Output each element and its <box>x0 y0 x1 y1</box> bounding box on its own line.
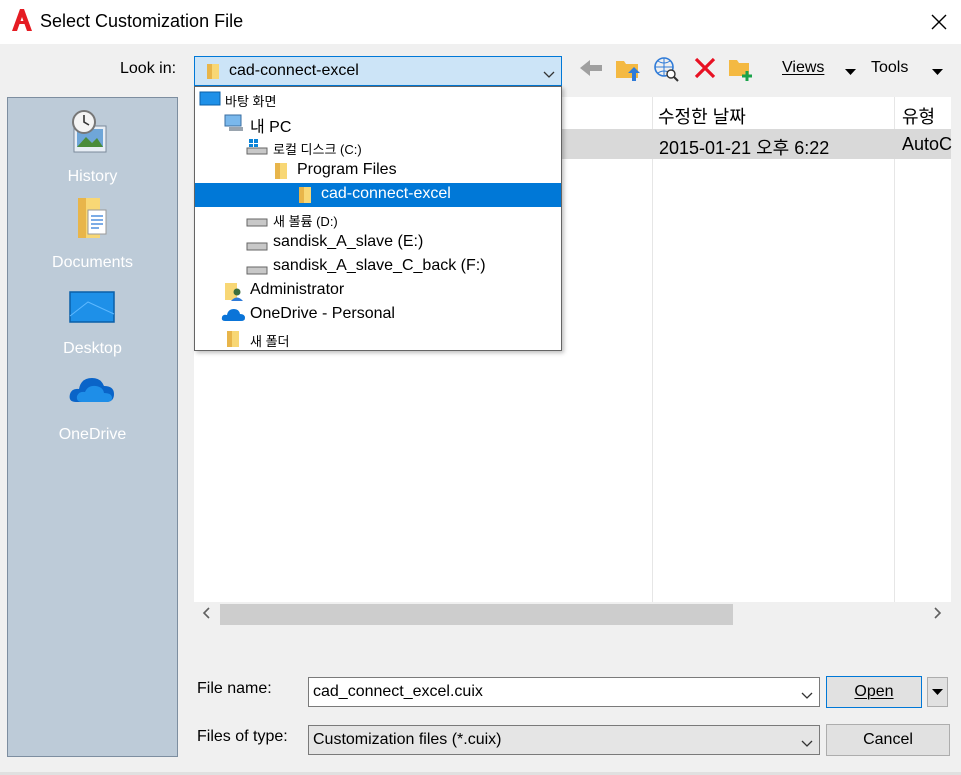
scroll-left-icon[interactable] <box>202 606 210 624</box>
lookin-value: cad-connect-excel <box>229 62 359 79</box>
dropdown-item-label: 새 볼륨 (D:) <box>273 214 338 229</box>
open-options-button[interactable] <box>927 677 948 707</box>
column-header-type[interactable]: 유형 <box>896 97 935 129</box>
lookin-dropdown-list[interactable]: 바탕 화면 내 PC 로컬 디스크 (C:) Program Files cad… <box>194 86 562 351</box>
open-button[interactable]: Open <box>826 676 922 708</box>
new-folder-button[interactable] <box>727 55 755 83</box>
up-folder-button[interactable] <box>614 55 642 83</box>
documents-icon <box>68 194 116 242</box>
onedrive-cloud-icon <box>68 366 116 414</box>
caret-down-icon <box>932 689 943 695</box>
dropdown-item-label: cad-connect-excel <box>321 185 451 202</box>
desktop-icon <box>199 90 221 111</box>
tools-label: Tools <box>871 59 909 76</box>
filetype-select[interactable]: Customization files (*.cuix) <box>308 725 820 755</box>
folder-up-icon <box>616 61 640 81</box>
scroll-right-icon[interactable] <box>934 606 942 624</box>
open-label: Open <box>854 683 894 700</box>
drive-windows-icon <box>245 138 269 161</box>
dropdown-item-drive-d[interactable]: 새 볼륨 (D:) <box>195 207 561 231</box>
place-history[interactable]: History <box>8 102 177 186</box>
place-label: OneDrive <box>58 426 127 443</box>
dropdown-item-label: Administrator <box>250 281 345 298</box>
dropdown-item-drive-f[interactable]: sandisk_A_slave_C_back (F:) <box>195 255 561 279</box>
dropdown-item-label: 새 폴더 <box>250 334 290 349</box>
dialog-title: Select Customization File <box>40 11 244 31</box>
back-arrow-icon <box>580 60 602 76</box>
folder-icon <box>273 162 289 185</box>
autocad-logo-icon <box>11 8 33 32</box>
filename-value: cad_connect_excel.cuix <box>313 683 483 700</box>
globe-search-icon <box>654 57 679 82</box>
dropdown-item-label: 로컬 디스크 (C:) <box>273 142 362 157</box>
dropdown-item-onedrive[interactable]: OneDrive - Personal <box>195 303 561 327</box>
close-button[interactable] <box>920 4 958 40</box>
views-label: Views <box>782 59 825 76</box>
filetype-value: Customization files (*.cuix) <box>313 731 502 748</box>
row-type: AutoC <box>902 134 953 154</box>
dropdown-item-label: 내 PC <box>250 119 292 136</box>
dropdown-item-new-folder[interactable]: 새 폴더 <box>195 327 561 351</box>
caret-down-icon <box>845 69 856 75</box>
views-dropdown-arrow[interactable] <box>845 63 856 81</box>
column-divider <box>652 97 653 602</box>
cloud-icon <box>221 306 245 327</box>
lookin-combo[interactable]: cad-connect-excel <box>194 56 562 86</box>
dropdown-item-cad-connect-excel[interactable]: cad-connect-excel <box>195 183 561 207</box>
drive-icon <box>245 258 269 281</box>
folder-icon <box>205 62 221 85</box>
dropdown-item-drive-c[interactable]: 로컬 디스크 (C:) <box>195 135 561 159</box>
drive-icon <box>245 210 269 233</box>
filename-label: File name: <box>197 680 272 697</box>
horizontal-scrollbar[interactable] <box>194 602 951 627</box>
delete-x-icon <box>694 57 716 79</box>
folder-icon <box>297 186 313 209</box>
pc-icon <box>223 114 245 137</box>
dropdown-item-label: sandisk_A_slave (E:) <box>273 233 424 250</box>
views-menu[interactable]: Views <box>782 59 824 77</box>
place-label: Documents <box>52 254 133 271</box>
dropdown-item-label: Program Files <box>297 161 397 178</box>
column-header-modified[interactable]: 수정한 날짜 <box>652 97 746 129</box>
place-onedrive[interactable]: OneDrive <box>8 360 177 444</box>
filename-field[interactable]: cad_connect_excel.cuix <box>308 677 820 707</box>
place-documents[interactable]: Documents <box>8 188 177 272</box>
title-bar: Select Customization File <box>0 0 961 44</box>
desktop-icon <box>68 280 116 328</box>
dropdown-item-desktop[interactable]: 바탕 화면 <box>195 87 561 111</box>
drive-icon <box>245 234 269 257</box>
chevron-down-icon <box>543 66 555 84</box>
dropdown-item-label: 바탕 화면 <box>225 94 277 109</box>
dropdown-item-administrator[interactable]: Administrator <box>195 279 561 303</box>
tools-menu[interactable]: Tools <box>871 59 908 77</box>
caret-down-icon <box>932 69 943 75</box>
places-bar: History Documents Desktop OneDrive <box>7 97 178 757</box>
place-desktop[interactable]: Desktop <box>8 274 177 358</box>
new-folder-icon <box>729 60 752 81</box>
dropdown-item-drive-e[interactable]: sandisk_A_slave (E:) <box>195 231 561 255</box>
dropdown-item-label: sandisk_A_slave_C_back (F:) <box>273 257 486 274</box>
search-web-button[interactable] <box>652 55 680 83</box>
row-modified-date: 2015-01-21 오후 6:22 <box>659 138 830 158</box>
cancel-button[interactable]: Cancel <box>826 724 950 756</box>
place-label: Desktop <box>63 340 122 357</box>
chevron-down-icon[interactable] <box>801 687 813 705</box>
filetype-label: Files of type: <box>197 728 288 745</box>
scroll-thumb[interactable] <box>220 604 733 625</box>
place-label: History <box>67 168 118 185</box>
dropdown-item-my-pc[interactable]: 내 PC <box>195 111 561 137</box>
dropdown-item-program-files[interactable]: Program Files <box>195 159 561 183</box>
back-button[interactable] <box>578 55 606 83</box>
lookin-label: Look in: <box>120 60 177 77</box>
history-icon <box>68 108 116 156</box>
delete-button[interactable] <box>692 55 720 83</box>
close-icon <box>931 14 947 30</box>
cancel-label: Cancel <box>863 731 913 748</box>
folder-icon <box>225 330 241 353</box>
column-divider <box>894 97 895 602</box>
dropdown-item-label: OneDrive - Personal <box>250 305 395 322</box>
chevron-down-icon <box>801 735 813 753</box>
tools-dropdown-arrow[interactable] <box>932 63 943 81</box>
